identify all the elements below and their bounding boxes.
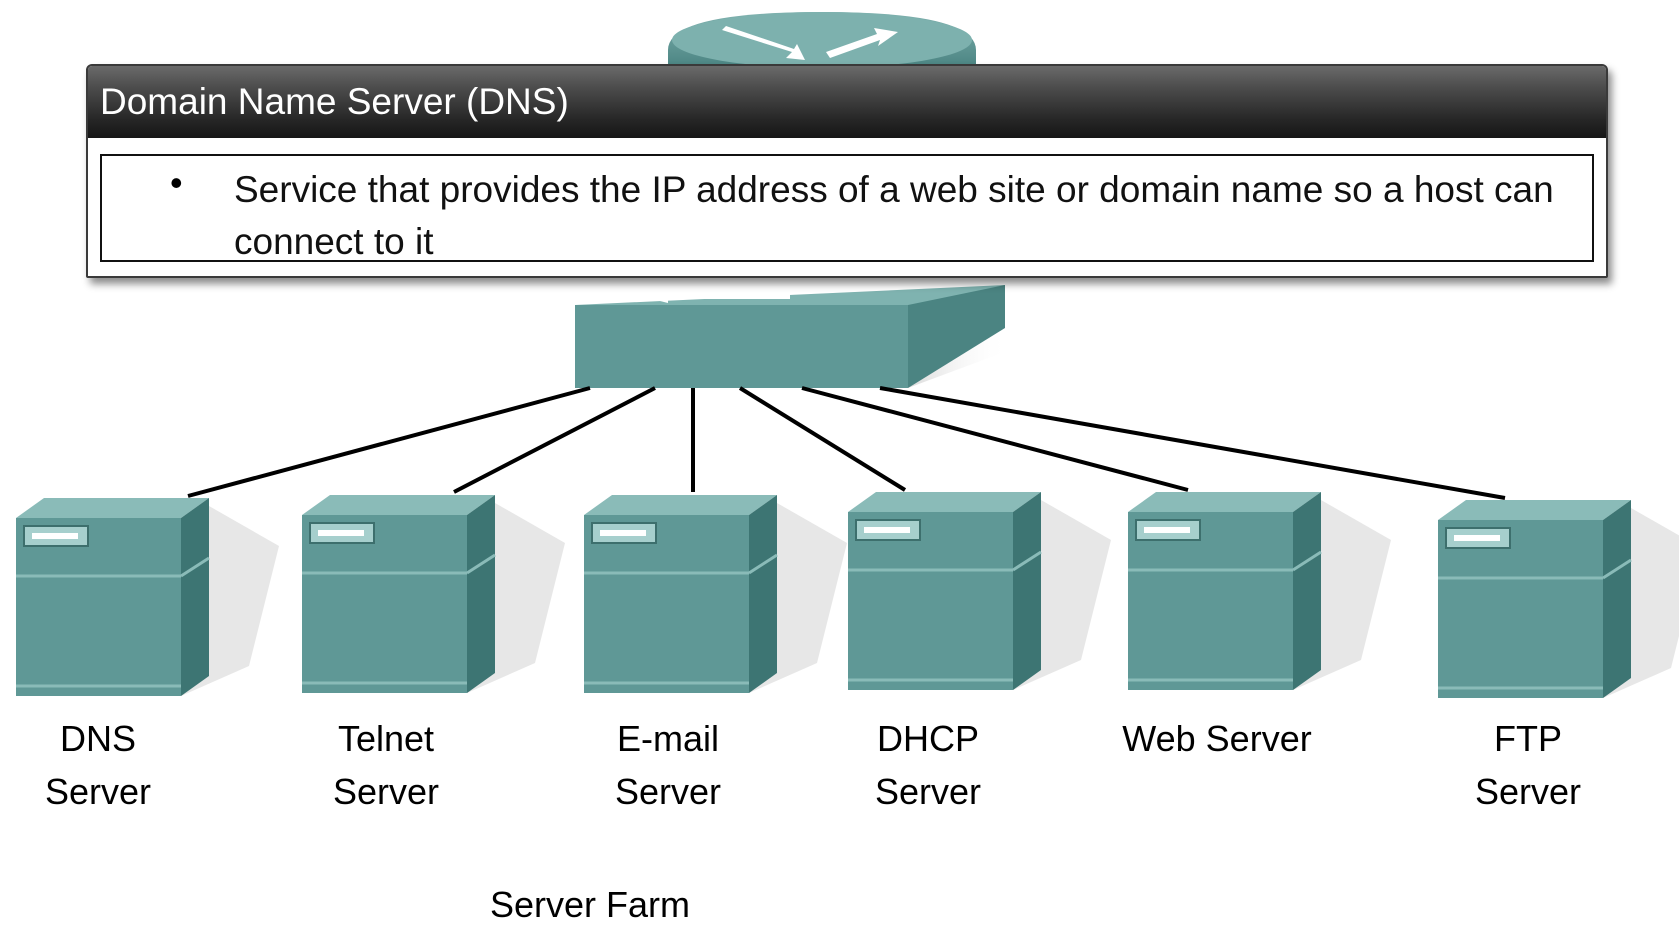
server-icon-web	[1128, 492, 1391, 690]
switch-icon	[575, 285, 1010, 388]
server-icon-ftp	[1438, 500, 1679, 698]
link-dns	[187, 386, 591, 498]
server-label-telnet: Telnet Server	[332, 718, 440, 812]
server-icon-dns	[16, 498, 279, 696]
link-group	[187, 386, 1506, 500]
server-label-web: Web Server	[1122, 718, 1312, 759]
router-icon	[668, 12, 976, 68]
server-label-dns: DNS Server	[44, 718, 152, 812]
link-telnet	[453, 386, 656, 494]
server-label-dhcp: DHCP Server	[874, 718, 982, 812]
server-label-email: E-mail Server	[614, 718, 722, 812]
server-icon-dhcp	[848, 492, 1111, 690]
bullet-icon: •	[170, 162, 183, 203]
link-dhcp	[738, 386, 907, 492]
popup-body: • Service that provides the IP address o…	[100, 154, 1594, 262]
popup-description: Service that provides the IP address of …	[234, 169, 1554, 262]
server-icon-email	[584, 495, 847, 693]
server-icon-telnet	[302, 495, 565, 693]
server-group	[16, 492, 1679, 698]
server-farm-label: Server Farm	[490, 884, 691, 925]
popup-title: Domain Name Server (DNS)	[88, 66, 1606, 138]
server-label-ftp: FTP Server	[1474, 718, 1582, 812]
dns-info-popup: Domain Name Server (DNS) • Service that …	[86, 64, 1608, 278]
link-ftp	[879, 386, 1506, 500]
link-web	[801, 386, 1189, 492]
